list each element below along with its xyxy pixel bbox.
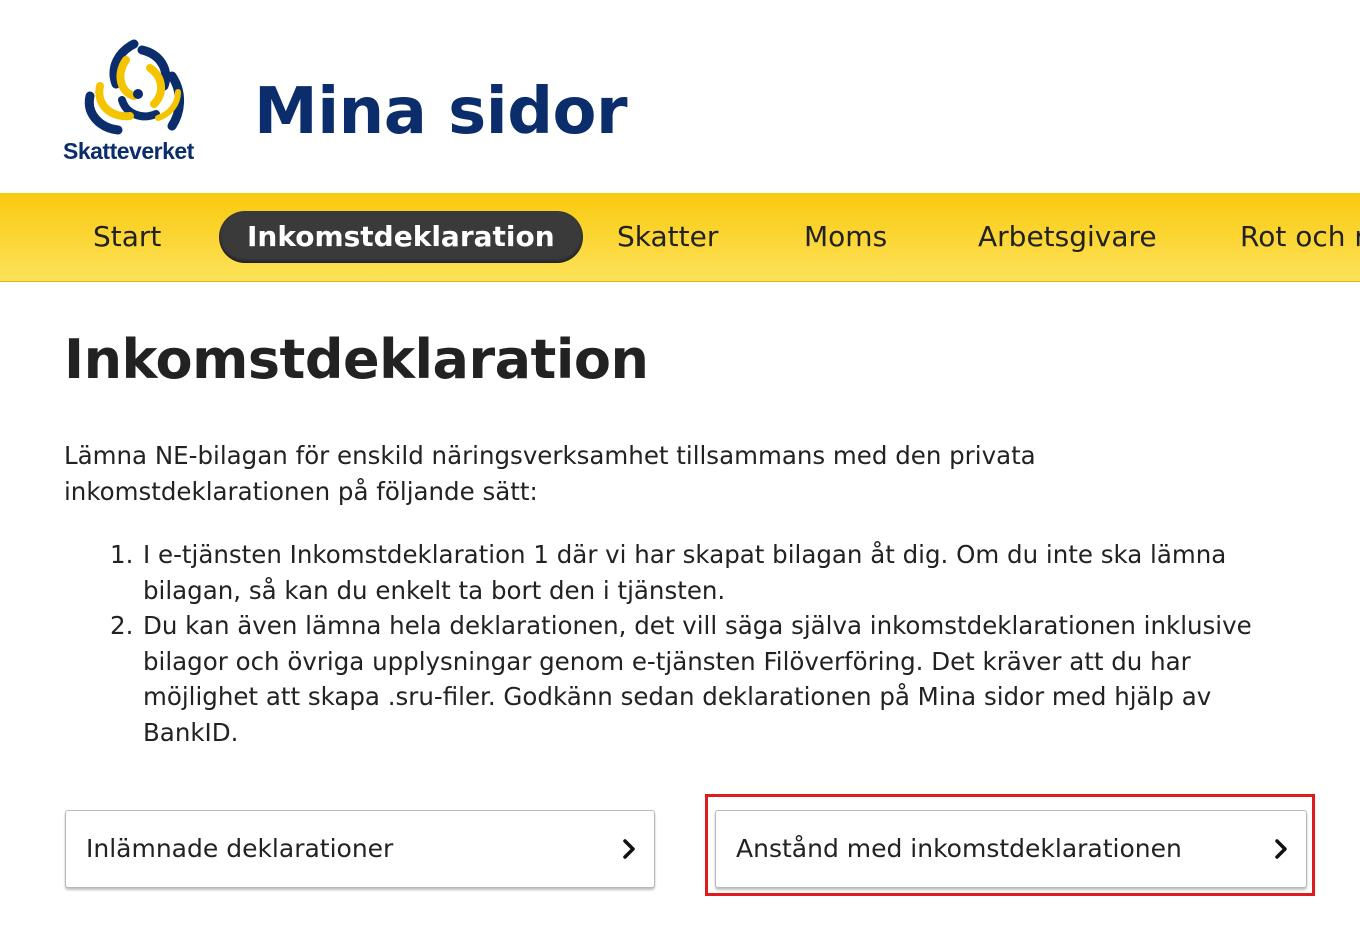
nav-item-arbetsgivare[interactable]: Arbetsgivare (978, 211, 1157, 263)
skatteverket-logo[interactable]: Skatteverket (60, 34, 208, 170)
nav-item-rot-och-rut[interactable]: Rot och r (1240, 211, 1360, 263)
step-number: 1. (110, 540, 134, 569)
steps-list: 1. I e-tjänsten Inkomstdeklaration 1 där… (64, 537, 1304, 750)
inlamnade-deklarationer-link[interactable]: Inlämnade deklarationer (65, 810, 655, 888)
nav-item-moms[interactable]: Moms (804, 211, 887, 263)
link-label: Anstånd med inkomstdeklarationen (736, 834, 1182, 863)
list-item: 2. Du kan även lämna hela deklarationen,… (64, 608, 1304, 750)
anstand-inkomstdeklaration-link[interactable]: Anstånd med inkomstdeklarationen (715, 810, 1307, 888)
app-title: Mina sidor (254, 75, 628, 149)
page-title: Inkomstdeklaration (64, 328, 649, 391)
step-text: I e-tjänsten Inkomstdeklaration 1 där vi… (143, 540, 1227, 605)
intro-text: Lämna NE-bilagan för enskild näringsverk… (64, 441, 1036, 506)
logo-text: Skatteverket (63, 138, 194, 164)
nav-item-start[interactable]: Start (93, 211, 161, 263)
chevron-right-icon (623, 839, 635, 859)
nav-item-skatter[interactable]: Skatter (617, 211, 718, 263)
nav-item-inkomstdeklaration[interactable]: Inkomstdeklaration (219, 211, 583, 263)
step-number: 2. (110, 611, 134, 640)
chevron-right-icon (1275, 839, 1287, 859)
step-text: Du kan även lämna hela deklarationen, de… (143, 611, 1252, 747)
list-item: 1. I e-tjänsten Inkomstdeklaration 1 där… (64, 537, 1304, 608)
logo-swirl-icon (84, 39, 184, 135)
main-navigation: Start Inkomstdeklaration Skatter Moms Ar… (0, 193, 1360, 282)
site-header: Skatteverket Mina sidor (0, 0, 1360, 193)
link-label: Inlämnade deklarationer (86, 834, 394, 863)
